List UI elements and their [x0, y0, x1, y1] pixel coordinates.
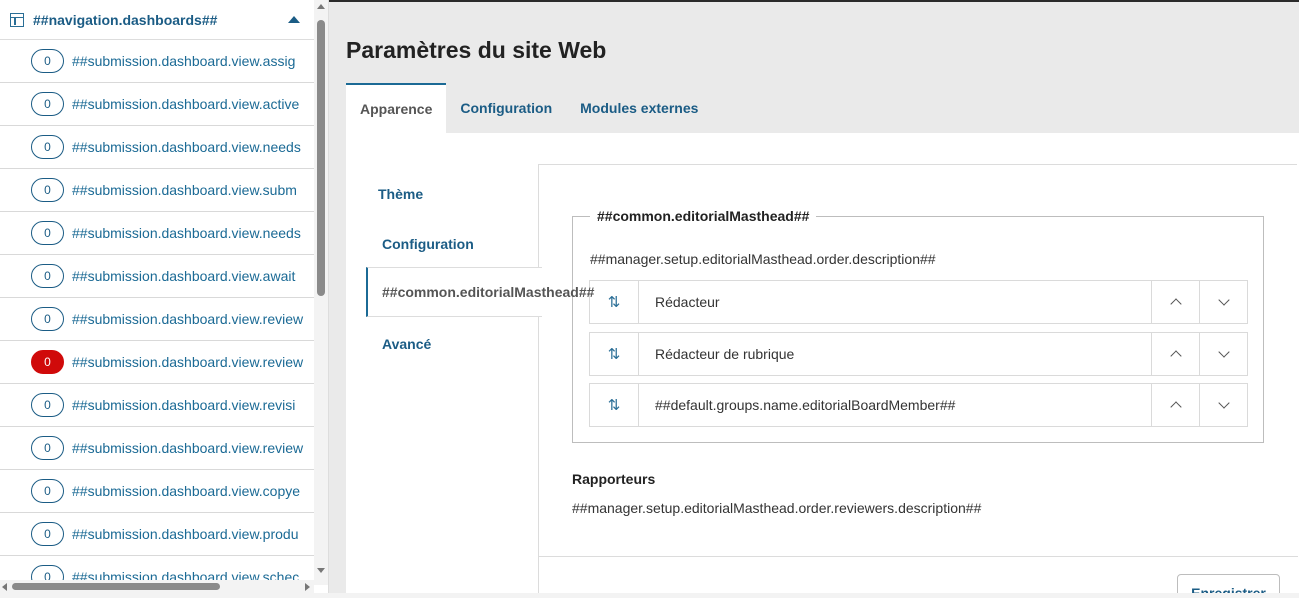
order-row: ⇅ Rédacteur de rubrique: [589, 332, 1248, 376]
count-badge: 0: [31, 49, 64, 73]
appearance-panel: Thème Configuration ##common.editorialMa…: [346, 133, 1299, 598]
move-up-button[interactable]: [1151, 333, 1199, 375]
scrollbar-thumb[interactable]: [12, 583, 220, 590]
order-row: ⇅ ##default.groups.name.editorialBoardMe…: [589, 383, 1248, 427]
dashboard-sidebar: ##navigation.dashboards## 0 ##submission…: [0, 0, 329, 598]
role-name: Rédacteur de rubrique: [655, 346, 795, 362]
chevron-up-icon: [1169, 298, 1182, 310]
chevron-up-icon: [1169, 350, 1182, 362]
side-tab-theme[interactable]: Thème: [366, 169, 542, 219]
sidebar-item[interactable]: 0 ##submission.dashboard.view.review: [0, 298, 314, 341]
sidebar-item-label: ##submission.dashboard.view.review: [72, 354, 304, 370]
caret-up-icon[interactable]: [288, 16, 300, 23]
sidebar-item[interactable]: 0 ##submission.dashboard.view.await: [0, 255, 314, 298]
masthead-fieldset: ##common.editorialMasthead## ##manager.s…: [572, 208, 1264, 443]
masthead-legend: ##common.editorialMasthead##: [597, 208, 810, 224]
count-badge: 0: [31, 436, 64, 460]
sidebar-item[interactable]: 0 ##submission.dashboard.view.subm: [0, 169, 314, 212]
sidebar-item-label: ##submission.dashboard.view.copye: [72, 483, 301, 499]
move-down-button[interactable]: [1199, 384, 1247, 426]
reviewers-heading: Rapporteurs: [572, 471, 656, 487]
sidebar-item-label: ##submission.dashboard.view.revisi: [72, 397, 296, 413]
alert-count-badge: 0: [31, 350, 64, 374]
masthead-order-description: ##manager.setup.editorialMasthead.order.…: [590, 251, 936, 267]
sidebar-item[interactable]: 0 ##submission.dashboard.view.needs: [0, 126, 314, 169]
sidebar-header-title: ##navigation.dashboards##: [33, 11, 218, 28]
scroll-right-arrow-icon[interactable]: [305, 583, 310, 591]
scroll-down-arrow-icon[interactable]: [317, 568, 325, 573]
sidebar-item[interactable]: 0 ##submission.dashboard.view.produ: [0, 513, 314, 556]
order-row: ⇅ Rédacteur: [589, 280, 1248, 324]
page-title: Paramètres du site Web: [346, 37, 607, 63]
scrollbar-thumb[interactable]: [317, 20, 325, 296]
chevron-down-icon: [1217, 294, 1230, 306]
tab-plugins[interactable]: Modules externes: [566, 83, 712, 133]
tab-setup[interactable]: Configuration: [446, 83, 566, 133]
scroll-left-arrow-icon[interactable]: [2, 583, 7, 591]
side-tab-setup[interactable]: Configuration: [366, 219, 542, 269]
masthead-form: ##common.editorialMasthead## ##manager.s…: [538, 164, 1298, 598]
count-badge: 0: [31, 135, 64, 159]
move-down-button[interactable]: [1199, 281, 1247, 323]
sidebar-item-label: ##submission.dashboard.view.produ: [72, 526, 299, 542]
move-up-button[interactable]: [1151, 281, 1199, 323]
sidebar-horizontal-scrollbar[interactable]: [0, 580, 314, 593]
sidebar-header[interactable]: ##navigation.dashboards##: [0, 0, 314, 40]
move-down-button[interactable]: [1199, 333, 1247, 375]
role-name: ##default.groups.name.editorialBoardMemb…: [655, 397, 956, 413]
count-badge: 0: [31, 221, 64, 245]
count-badge: 0: [31, 307, 64, 331]
dashboard-grid-icon: [10, 12, 24, 27]
chevron-down-icon: [1217, 346, 1230, 358]
sort-arrows-icon[interactable]: ⇅: [590, 384, 639, 426]
count-badge: 0: [31, 479, 64, 503]
sidebar-item[interactable]: 0 ##submission.dashboard.view.review: [0, 341, 314, 384]
sidebar-item[interactable]: 0 ##submission.dashboard.view.needs: [0, 212, 314, 255]
settings-tabs: Apparence Configuration Modules externes: [346, 83, 712, 133]
sidebar-vertical-scrollbar[interactable]: [314, 0, 328, 585]
sidebar-item[interactable]: 0 ##submission.dashboard.view.revisi: [0, 384, 314, 427]
sidebar-item-label: ##submission.dashboard.view.active: [72, 96, 300, 112]
sidebar-item-label: ##submission.dashboard.view.needs: [72, 225, 301, 241]
tab-appearance[interactable]: Apparence: [346, 83, 447, 133]
main-content: Paramètres du site Web Apparence Configu…: [329, 0, 1299, 598]
sidebar-item-label: ##submission.dashboard.view.review: [72, 440, 304, 456]
top-border: [329, 0, 1299, 2]
side-tab-editorial-masthead[interactable]: ##common.editorialMasthead##: [366, 267, 594, 317]
move-up-button[interactable]: [1151, 384, 1199, 426]
role-name: Rédacteur: [655, 294, 720, 310]
reviewers-description: ##manager.setup.editorialMasthead.order.…: [572, 500, 982, 516]
window-bottom-strip: [0, 593, 1299, 598]
side-tab-advanced[interactable]: Avancé: [366, 319, 542, 369]
form-footer-divider: [539, 556, 1298, 557]
sidebar-item-label: ##submission.dashboard.view.needs: [72, 139, 301, 155]
sort-arrows-icon[interactable]: ⇅: [590, 333, 639, 375]
sidebar-item[interactable]: 0 ##submission.dashboard.view.active: [0, 83, 314, 126]
sidebar-item[interactable]: 0 ##submission.dashboard.view.assig: [0, 40, 314, 83]
chevron-down-icon: [1217, 397, 1230, 409]
dashboard-view-list: 0 ##submission.dashboard.view.assig 0 ##…: [0, 40, 314, 598]
sort-arrows-icon[interactable]: ⇅: [590, 281, 639, 323]
count-badge: 0: [31, 522, 64, 546]
sidebar-item-label: ##submission.dashboard.view.assig: [72, 53, 296, 69]
count-badge: 0: [31, 178, 64, 202]
count-badge: 0: [31, 92, 64, 116]
sidebar-item-label: ##submission.dashboard.view.await: [72, 268, 296, 284]
sidebar-item[interactable]: 0 ##submission.dashboard.view.review: [0, 427, 314, 470]
chevron-up-icon: [1169, 401, 1182, 413]
sidebar-item-label: ##submission.dashboard.view.subm: [72, 182, 297, 198]
sidebar-item-label: ##submission.dashboard.view.review: [72, 311, 304, 327]
sidebar-item[interactable]: 0 ##submission.dashboard.view.copye: [0, 470, 314, 513]
count-badge: 0: [31, 393, 64, 417]
count-badge: 0: [31, 264, 64, 288]
scroll-up-arrow-icon[interactable]: [317, 4, 325, 9]
